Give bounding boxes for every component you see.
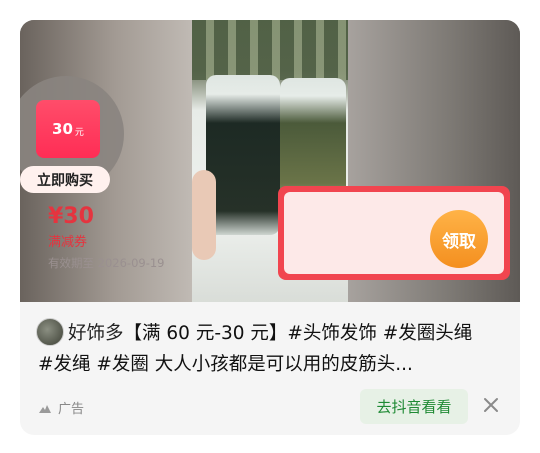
mini-coupon-unit: 元 (74, 127, 84, 138)
open-douyin-button[interactable]: 去抖音看看 (360, 389, 468, 424)
buy-now-button[interactable]: 立即购买 (20, 166, 110, 193)
mini-coupon-amount: 30 (52, 120, 73, 138)
coupon-type: 满减券 (48, 235, 88, 250)
hand (192, 170, 216, 260)
post-title-line-2[interactable]: #发绳 #发圈 大人小孩都是可以用的皮筋头... (38, 350, 508, 376)
title-text: 【满 60 元-30 元】#头饰发饰 #发圈头绳 (123, 323, 473, 344)
ad-icon (39, 405, 51, 413)
author-name[interactable]: 好饰多 (68, 323, 124, 344)
mini-coupon[interactable]: 30 元 (36, 100, 100, 158)
close-icon[interactable] (482, 396, 500, 414)
coupon-price: ¥30 (48, 204, 94, 229)
ad-card[interactable]: 30 元 立即购买 ¥30 满减券 有效期至 2026-09-19 领取 好饰多… (20, 20, 520, 435)
ad-label: 广告 (58, 402, 85, 417)
ad-media[interactable]: 30 元 立即购买 ¥30 满减券 有效期至 2026-09-19 领取 (20, 20, 520, 302)
jar-black (206, 75, 280, 235)
coupon-expiry: 有效期至 2026-09-19 (48, 256, 165, 270)
claim-button[interactable]: 领取 (430, 210, 488, 268)
post-title-line-1[interactable]: 好饰多【满 60 元-30 元】#头饰发饰 #发圈头绳 (38, 319, 508, 345)
